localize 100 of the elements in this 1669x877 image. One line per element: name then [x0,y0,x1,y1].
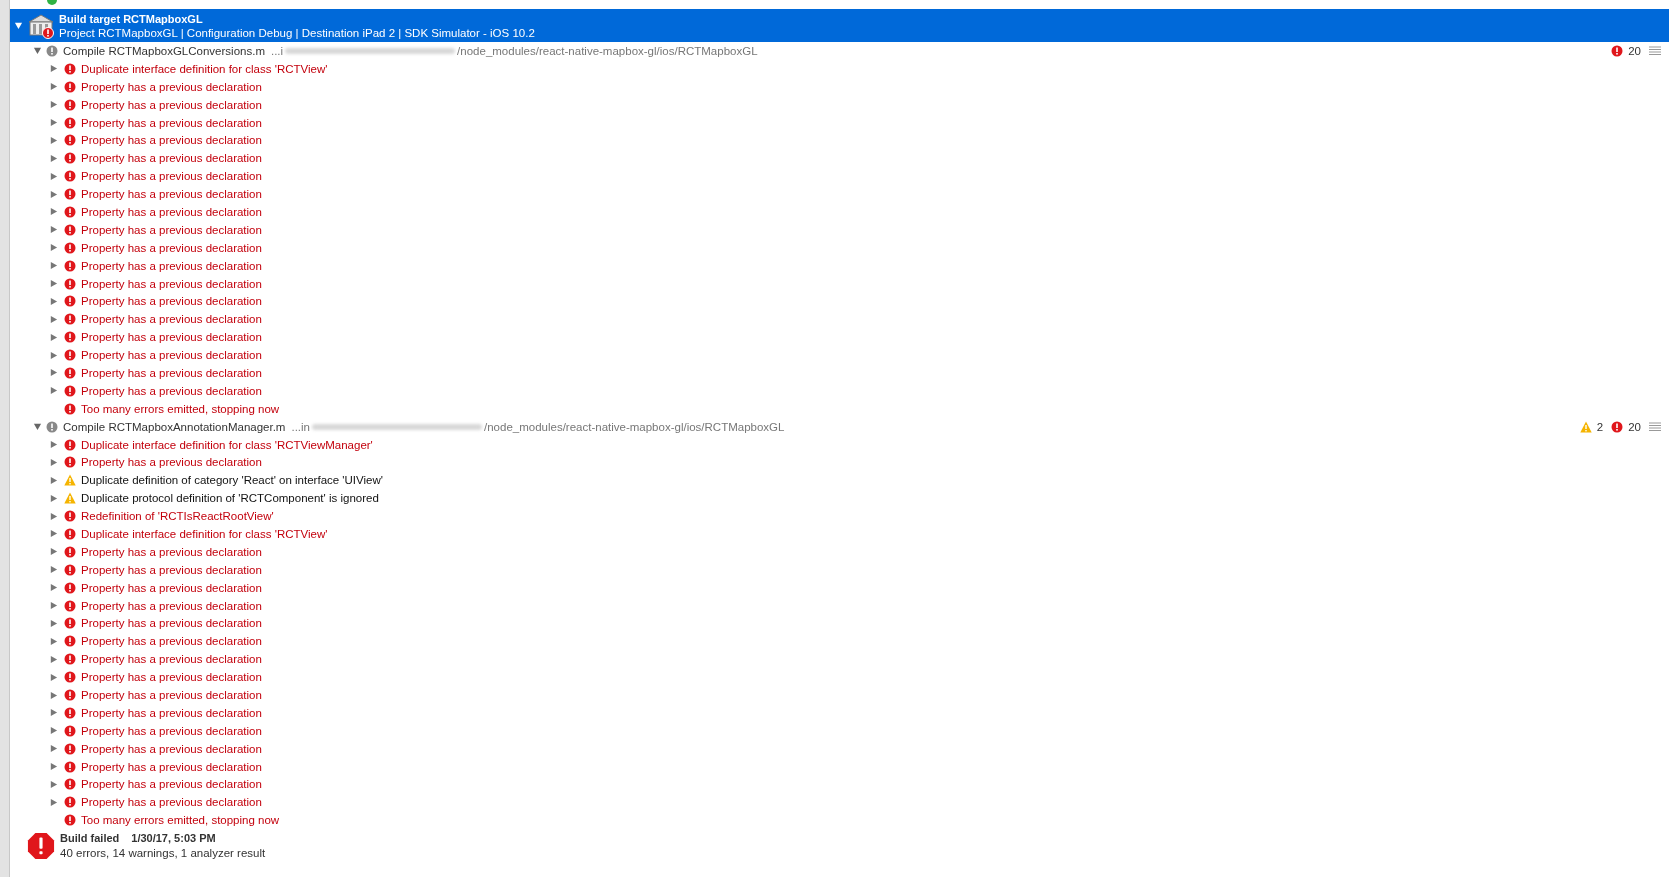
disclosure-triangle-icon[interactable] [49,386,58,396]
issue-message[interactable]: Property has a previous declaration [81,671,262,684]
error-icon [64,689,76,701]
issue-message[interactable]: Property has a previous declaration [81,545,262,558]
issue-message[interactable]: Property has a previous declaration [81,188,262,201]
menu-icon[interactable] [1649,45,1661,56]
warning-icon [1579,420,1592,433]
disclosure-triangle-icon[interactable] [49,350,58,360]
disclosure-triangle-icon[interactable] [49,314,58,324]
issue-message[interactable]: Property has a previous declaration [81,223,262,236]
disclosure-triangle-icon[interactable] [49,279,58,288]
error-icon [64,277,76,290]
issue-message[interactable]: Too many errors emitted, stopping now [81,814,280,827]
issue-message[interactable]: Property has a previous declaration [81,581,262,594]
issue-message[interactable]: Duplicate protocol definition of 'RCTComponent' is ignored [81,492,379,505]
disclosure-triangle-icon[interactable] [33,46,42,56]
issue-message[interactable]: Property has a previous declaration [81,98,262,111]
compile-file-label: Compile RCTMapboxGLConversions.m [63,44,265,57]
disclosure-triangle-icon[interactable] [49,493,58,503]
issue-message[interactable]: Property has a previous declaration [81,331,262,344]
disclosure-triangle-icon[interactable] [49,457,58,467]
disclosure-triangle-icon[interactable] [49,440,58,450]
issue-message[interactable]: Too many errors emitted, stopping now [81,402,280,415]
issue-message[interactable]: Property has a previous declaration [81,689,262,701]
issue-message[interactable]: Property has a previous declaration [81,760,262,773]
issue-message[interactable]: Property has a previous declaration [81,366,262,379]
issue-message[interactable]: Property has a previous declaration [81,706,262,719]
error-icon [64,563,76,576]
disclosure-triangle-icon[interactable] [49,672,58,682]
issue-message[interactable]: Property has a previous declaration [81,653,262,666]
error-icon [64,223,76,236]
error-icon [64,760,76,773]
issue-message[interactable]: Property has a previous declaration [81,259,262,272]
disclosure-triangle-icon[interactable] [49,207,58,217]
disclosure-triangle-icon[interactable] [49,601,58,611]
issue-message[interactable]: Duplicate interface definition for class 'RCTView' [81,62,328,75]
issue-message[interactable]: Property has a previous declaration [81,724,262,737]
disclosure-triangle-icon[interactable] [49,135,58,145]
issue-message[interactable]: Duplicate interface definition for class 'RCTViewManager' [81,438,373,451]
disclosure-triangle-icon[interactable] [49,726,58,736]
disclosure-triangle-icon[interactable] [49,64,58,74]
issue-message[interactable]: Property has a previous declaration [81,80,262,93]
issue-message[interactable]: Property has a previous declaration [81,170,262,183]
issue-message[interactable]: Property has a previous declaration [81,778,262,791]
issue-message[interactable]: Property has a previous declaration [81,742,262,755]
issue-message[interactable]: Duplicate definition of category 'React' on interface 'UIView' [81,474,383,487]
disclosure-triangle-icon[interactable] [49,332,58,342]
disclosure-triangle-icon[interactable] [49,261,58,271]
issue-message[interactable]: Redefinition of 'RCTIsReactRootView' [81,510,274,523]
disclosure-triangle-icon[interactable] [49,100,58,110]
error-icon [64,241,76,254]
disclosure-triangle-icon[interactable] [49,189,58,199]
disclosure-triangle-icon[interactable] [49,153,58,163]
disclosure-triangle-icon[interactable] [49,82,58,92]
disclosure-triangle-icon[interactable] [49,547,58,557]
disclosure-triangle-icon[interactable] [49,529,58,539]
disclosure-triangle-icon[interactable] [49,636,58,646]
disclosure-triangle-icon[interactable] [49,296,58,306]
issue-message[interactable]: Property has a previous declaration [81,134,262,147]
disclosure-triangle-icon[interactable] [49,690,58,700]
issue-message[interactable]: Property has a previous declaration [81,563,262,576]
disclosure-triangle-icon[interactable] [49,475,58,485]
disclosure-triangle-icon[interactable] [49,708,58,718]
issue-message[interactable]: Property has a previous declaration [81,295,262,308]
issue-message[interactable]: Property has a previous declaration [81,796,262,809]
disclosure-triangle-icon[interactable] [49,779,58,789]
build-target-row[interactable]: Build target RCTMapboxGL Project RCTMapboxGL | Configuration Debug | Destination iPad 2 | SDK Simulator - iOS 10.2 [10,9,1669,42]
issue-message[interactable]: Property has a previous declaration [81,205,262,218]
issue-message[interactable]: Property has a previous declaration [81,599,262,612]
disclosure-triangle-icon[interactable] [49,118,58,127]
error-icon [64,349,76,362]
disclosure-triangle-icon[interactable] [49,565,58,575]
issue-message[interactable]: Property has a previous declaration [81,313,262,326]
issue-message[interactable]: Property has a previous declaration [81,277,262,290]
disclosure-triangle-icon[interactable] [49,368,58,378]
issue-message[interactable]: Property has a previous declaration [81,617,262,630]
issue-message[interactable]: Property has a previous declaration [81,635,262,648]
issue-message[interactable]: Property has a previous declaration [81,241,262,254]
disclosure-triangle-icon[interactable] [49,744,58,754]
menu-icon[interactable] [1649,421,1661,432]
disclosure-triangle-icon[interactable] [49,797,58,807]
error-icon [64,510,76,523]
disclosure-triangle-icon[interactable] [49,171,58,181]
issue-message[interactable]: Property has a previous declaration [81,456,262,469]
issue-message[interactable]: Duplicate interface definition for class 'RCTView' [81,528,328,540]
disclosure-triangle-icon[interactable] [49,618,58,628]
issue-message[interactable]: Property has a previous declaration [81,116,262,129]
disclosure-triangle-icon[interactable] [49,243,58,253]
disclosure-triangle-icon[interactable] [49,654,58,664]
disclosure-triangle-icon[interactable] [49,762,58,772]
disclosure-triangle-icon[interactable] [49,225,58,235]
disclosure-triangle-icon[interactable] [33,422,42,432]
disclosure-triangle-icon[interactable] [14,21,23,30]
issue-message[interactable]: Property has a previous declaration [81,152,262,165]
issue-message[interactable]: Property has a previous declaration [81,384,262,397]
issue-message[interactable]: Property has a previous declaration [81,349,262,362]
disclosure-triangle-icon[interactable] [49,511,58,521]
disclosure-triangle-icon[interactable] [49,583,58,593]
info-icon [46,44,58,57]
error-icon [1611,420,1624,433]
